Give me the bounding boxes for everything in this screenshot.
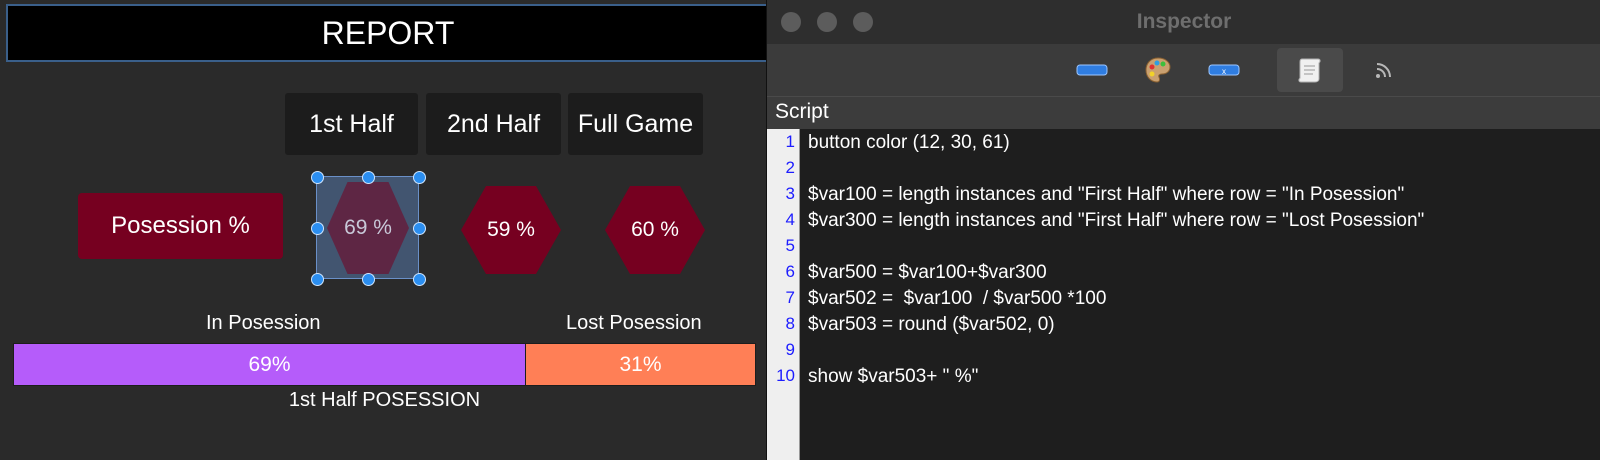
line-number: 7 xyxy=(785,288,795,307)
resize-handle-bottom[interactable] xyxy=(362,273,375,286)
full-game-hex[interactable]: 60 % xyxy=(605,186,705,274)
variable-icon[interactable]: x xyxy=(1191,48,1257,92)
resize-handle-top-right[interactable] xyxy=(413,171,426,184)
code-line[interactable]: button color (12, 30, 61) xyxy=(808,132,1010,154)
in-posession-bar: 69% xyxy=(13,343,526,386)
line-number: 1 xyxy=(785,132,795,151)
code-line[interactable]: $var502 = $var100 / $var500 *100 xyxy=(808,288,1106,310)
inspector-title: Inspector xyxy=(1136,10,1232,33)
second-half-hex[interactable]: 59 % xyxy=(461,186,561,274)
line-number: 5 xyxy=(785,236,795,255)
svg-text:x: x xyxy=(1222,67,1226,76)
resize-handle-top[interactable] xyxy=(362,171,375,184)
code-line[interactable]: $var500 = $var100+$var300 xyxy=(808,262,1047,284)
line-number: 10 xyxy=(776,366,795,385)
code-line[interactable]: $var300 = length instances and "First Ha… xyxy=(808,210,1424,232)
line-number: 3 xyxy=(785,184,795,203)
code-line[interactable]: $var503 = round ($var502, 0) xyxy=(808,314,1055,336)
selected-hex-frame[interactable]: 69 % xyxy=(311,171,426,286)
line-number: 9 xyxy=(785,340,795,359)
resize-handle-bottom-right[interactable] xyxy=(413,273,426,286)
line-number: 2 xyxy=(785,158,795,177)
inspector-titlebar[interactable]: Inspector xyxy=(767,0,1600,44)
line-number: 4 xyxy=(785,210,795,229)
script-editor[interactable]: 1 2 3 4 5 6 7 8 9 10 button color (12, 3… xyxy=(767,129,1600,460)
line-number: 6 xyxy=(785,262,795,281)
script-section-label: Script xyxy=(767,97,1600,129)
button-icon[interactable] xyxy=(1059,48,1125,92)
first-half-hex[interactable]: 69 % xyxy=(327,182,409,274)
in-posession-label: In Posession xyxy=(206,312,321,334)
report-panel: REPORT 1st Half 2nd Half Full Game Poses… xyxy=(0,0,770,460)
resize-handle-right[interactable] xyxy=(413,222,426,235)
resize-handle-left[interactable] xyxy=(311,222,324,235)
posession-bar-caption: 1st Half POSESSION xyxy=(288,389,481,411)
palette-icon[interactable] xyxy=(1125,48,1191,92)
script-icon[interactable] xyxy=(1277,48,1343,92)
lost-posession-label: Lost Posession xyxy=(566,312,702,334)
first-half-button[interactable]: 1st Half xyxy=(285,93,418,155)
line-number: 8 xyxy=(785,314,795,333)
feed-icon[interactable] xyxy=(1351,48,1417,92)
resize-handle-top-left[interactable] xyxy=(311,171,324,184)
report-title: REPORT xyxy=(6,4,770,62)
posession-percent-button[interactable]: Posession % xyxy=(78,193,283,259)
second-half-button[interactable]: 2nd Half xyxy=(426,93,561,155)
inspector-window: Inspector x Script 1 2 3 4 5 6 7 8 9 10 … xyxy=(766,0,1600,460)
inspector-toolbar: x xyxy=(767,44,1600,97)
line-number-gutter: 1 2 3 4 5 6 7 8 9 10 xyxy=(767,129,800,460)
code-line[interactable]: show $var503+ " %" xyxy=(808,366,978,388)
full-game-button[interactable]: Full Game xyxy=(568,93,703,155)
code-line[interactable]: $var100 = length instances and "First Ha… xyxy=(808,184,1404,206)
resize-handle-bottom-left[interactable] xyxy=(311,273,324,286)
lost-posession-bar: 31% xyxy=(526,343,756,386)
